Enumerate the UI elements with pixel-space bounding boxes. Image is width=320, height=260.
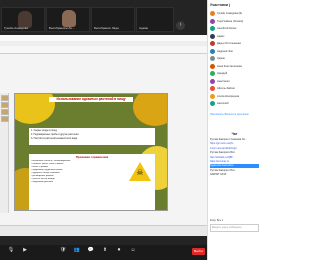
participant-name: Белобржеска Ле... (49, 26, 75, 30)
meeting-toolbar: 🎙 ▶ 🛡 👥 💬 ⬆ ⏺ ☺ Выйти (0, 245, 207, 260)
avatar (210, 63, 215, 69)
microphone-icon[interactable]: 🎙 (6, 247, 16, 257)
video-tile[interactable]: Белобржеск Лада (91, 7, 135, 32)
list-item[interactable]: Адмет (208, 33, 261, 41)
chat-message: Рустам Закиров и Вся: (210, 168, 236, 172)
list-item[interactable]: Айсель Зайчик (208, 85, 261, 93)
participant-video (62, 10, 76, 27)
participant-name: Админ (139, 26, 149, 30)
ppt-statusbar (0, 225, 207, 236)
video-icon[interactable]: ▶ (20, 247, 30, 257)
screen-share-area: Использование ядовитых растений в пищу 1… (0, 35, 207, 236)
video-tile[interactable]: Админ (136, 7, 174, 32)
avatar (210, 18, 215, 24)
participants-actions[interactable]: Пригласить Включить звук всем (210, 112, 259, 118)
slide-title: Использование ядовитых растений в пищу (49, 97, 133, 102)
participants-panel-title: Участники ( (210, 3, 231, 7)
list-item: • расширение зрачков (31, 175, 54, 177)
list-item[interactable]: Тера Чайкин (Хозяин) (208, 18, 261, 26)
slide-textbox: 1. Сырые ягоды в пищу 2. Недоваренные гр… (29, 128, 155, 145)
participant-name: Белобржеск Лада (94, 26, 119, 30)
list-item[interactable]: Анна Константинова (208, 63, 261, 71)
list-item: 1. Сырые ягоды в пищу (31, 129, 58, 132)
chat-messages: Рустам Закиров и Усманова Ол... https://… (210, 138, 259, 214)
list-item[interactable]: Алиса Кокорецкая (208, 93, 261, 101)
chat-link[interactable]: http://arfolabs.ru/QBF (210, 156, 259, 159)
zoom-main-view: Гусейн Ахмедова Белобржеска Ле... Белобр… (0, 0, 207, 260)
slide: Использование ядовитых растений в пищу 1… (14, 93, 168, 211)
chat-message-selected: Адренина Анастасия (210, 164, 259, 168)
list-item: 3. Настой из растений неизвестного вида (31, 137, 78, 140)
slide-thumbnail[interactable] (1, 95, 9, 101)
end-meeting-button[interactable]: Выйти (192, 248, 205, 255)
avatar (210, 101, 215, 106)
list-item: • судороги, потеря сознания (31, 172, 60, 174)
avatar (210, 41, 215, 46)
participant-name: Гусейн Ахмедова (4, 26, 29, 30)
list-item[interactable]: Ансейтей Кэтем (208, 25, 261, 33)
record-icon[interactable]: ⏺ (114, 247, 124, 257)
symptom-list: • внезапная слабость, головокружение • т… (31, 160, 123, 184)
avatar (210, 86, 215, 91)
slide-thumbnail[interactable] (1, 102, 9, 108)
list-item: • тошнота, рвота, боли в животе (31, 163, 64, 165)
flower-image (133, 94, 167, 126)
avatar (210, 33, 215, 39)
participant-gallery: Гусейн Ахмедова Белобржеска Ле... Белобр… (0, 7, 207, 32)
list-item[interactable]: Дарья Остольженко (208, 40, 261, 48)
avatar (210, 56, 215, 61)
chat-link[interactable]: zoom.us/rec/pubkdXmgZ (210, 147, 259, 150)
list-item[interactable]: Андреев Эли (208, 48, 261, 56)
list-item: • внезапная слабость, головокружение (31, 160, 71, 162)
avatar (210, 93, 215, 99)
video-tile[interactable]: Белобржеска Ле... (46, 7, 90, 32)
avatar (210, 78, 215, 84)
share-icon[interactable]: ⬆ (100, 247, 110, 257)
avatar (210, 11, 215, 16)
ppt-ribbon (0, 46, 207, 54)
participants-list: Гусейн Ахмедова (Я) Тера Чайкин (Хозяин)… (208, 10, 261, 108)
list-item[interactable]: Админ (208, 55, 261, 63)
slide-thumbnail[interactable] (1, 116, 9, 122)
chat-message: ЗАКРЫТ 18:00 (210, 173, 227, 177)
list-item[interactable]: Аркадий (208, 70, 261, 78)
list-item[interactable]: Гусейн Ахмедова (Я) (208, 10, 261, 18)
list-item: • нарушение дыхания (31, 181, 54, 183)
list-item[interactable]: Анастасия (208, 78, 261, 86)
chat-title: Чат (231, 132, 238, 136)
slide-thumbnail[interactable] (1, 109, 9, 115)
slide-thumbnails (0, 93, 9, 213)
security-icon[interactable]: 🛡 (58, 247, 68, 257)
list-item[interactable]: Анатолий (208, 100, 261, 108)
side-panel: Участники ( Гусейн Ахмедова (Я) Тера Чай… (207, 0, 260, 260)
chat-icon[interactable]: 💬 (86, 247, 96, 257)
chat-recipient-select[interactable]: Кому: Все ▾ (210, 218, 259, 223)
avatar (210, 48, 215, 54)
list-item: 2. Недоваренные грибы и другие растения (31, 133, 79, 136)
participants-icon[interactable]: 👥 (72, 247, 82, 257)
list-item: • сухость во рту, жажда (31, 178, 55, 180)
chat-input[interactable]: Введите здесь сообщение... (210, 224, 259, 232)
video-tile[interactable]: Гусейн Ахмедова (1, 7, 45, 32)
skull-icon: ☠ (136, 168, 144, 177)
chevron-right-icon[interactable]: › (176, 21, 185, 30)
chat-link[interactable]: https://pruvmax.ru (210, 160, 259, 163)
reactions-icon[interactable]: ☺ (128, 247, 138, 257)
chat-link[interactable]: https://go.zoom.us/j/9... (210, 142, 259, 145)
list-item: • нарушение сердечного ритма (31, 169, 63, 171)
avatar (210, 71, 215, 76)
list-item: • понос с кровью (31, 166, 48, 168)
avatar (210, 26, 215, 31)
signs-heading: Признаки отравления (75, 155, 109, 159)
chat-message: Рустам Закиров и Усманова Ол... (210, 138, 248, 141)
chat-message: Рустам Закиров в Вся: (210, 151, 236, 155)
poisoning-signs-box: Признаки отравления • внезапная слабость… (29, 154, 155, 210)
